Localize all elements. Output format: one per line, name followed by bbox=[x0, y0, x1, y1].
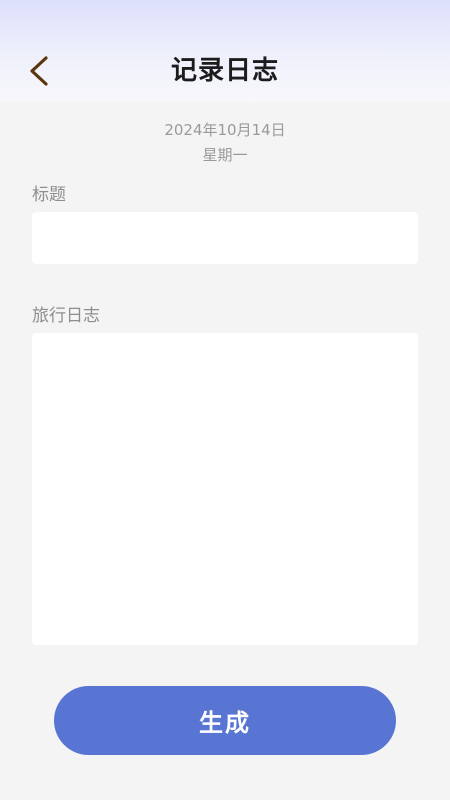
page-title: 记录日志 bbox=[170, 56, 279, 86]
title-input[interactable] bbox=[32, 212, 418, 264]
weekday-text: 星期一 bbox=[202, 146, 248, 164]
travel-log-textarea[interactable] bbox=[32, 333, 418, 645]
generate-button[interactable]: 生成 bbox=[54, 686, 396, 755]
header-bar: 记录日志 bbox=[0, 0, 450, 102]
date-display: 2024年10月14日 星期一 bbox=[0, 118, 450, 168]
title-label: 标题 bbox=[32, 185, 66, 205]
date-text: 2024年10月14日 bbox=[164, 121, 286, 139]
travel-log-label: 旅行日志 bbox=[32, 306, 100, 326]
